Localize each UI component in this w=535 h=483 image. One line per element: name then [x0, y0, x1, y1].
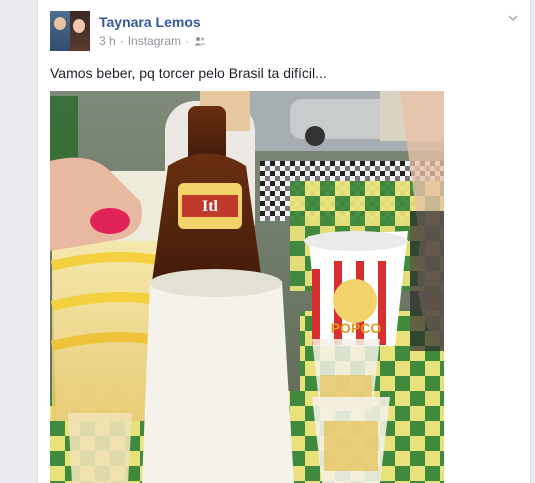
popcorn-cup-label: POPCO [331, 320, 382, 336]
friends-icon[interactable] [194, 36, 206, 46]
avatar[interactable] [50, 11, 90, 51]
photo-scene: Itl POPCO [50, 91, 444, 483]
chevron-down-icon[interactable] [506, 11, 520, 25]
author-name-link[interactable]: Taynara Lemos [99, 14, 201, 30]
post-meta: 3 h · Instagram · [99, 34, 206, 48]
beer-label-text: Itl [202, 198, 219, 215]
meta-separator-2: · [185, 34, 190, 48]
post-source[interactable]: Instagram [128, 34, 181, 48]
post-photo[interactable]: Itl POPCO [50, 91, 444, 483]
avatar-person-1 [50, 11, 71, 51]
post-card: Taynara Lemos 3 h · Instagram · Vamos be… [37, 0, 531, 483]
avatar-person-2 [70, 11, 90, 51]
meta-separator: · [119, 34, 124, 48]
post-timestamp[interactable]: 3 h [99, 34, 116, 48]
post-text: Vamos beber, pq torcer pelo Brasil ta di… [50, 65, 327, 81]
